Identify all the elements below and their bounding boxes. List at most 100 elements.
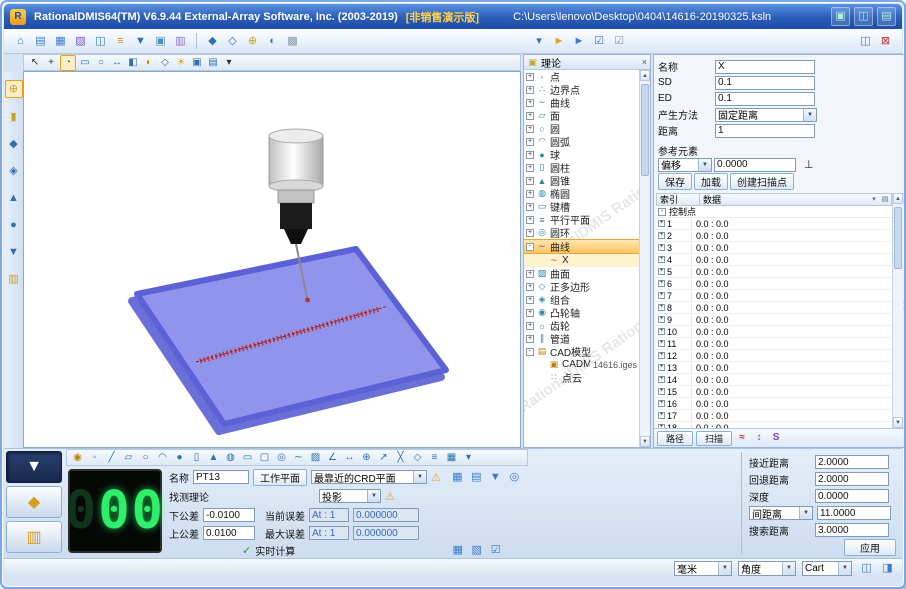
feature-name-input[interactable] bbox=[193, 470, 249, 484]
check-run-icon[interactable]: ☑ bbox=[591, 33, 608, 50]
ellipse-icon[interactable]: ◍ bbox=[223, 450, 238, 465]
intersect-icon[interactable]: ╳ bbox=[393, 450, 408, 465]
units-dropdown[interactable]: 毫米 ▼ bbox=[674, 561, 732, 576]
expand-icon[interactable]: + bbox=[526, 229, 534, 237]
offset-input[interactable] bbox=[714, 158, 796, 172]
expand-icon[interactable]: + bbox=[526, 99, 534, 107]
expand-icon[interactable]: + bbox=[658, 292, 665, 299]
help-panel-icon[interactable]: ▤ bbox=[877, 7, 896, 26]
snap-grid-icon[interactable]: ▦ bbox=[449, 469, 466, 486]
tree-item-ellipse[interactable]: +◍椭圆 bbox=[524, 187, 639, 200]
upper-tolerance-input[interactable] bbox=[203, 526, 255, 540]
chevron-down-icon[interactable]: ▼ bbox=[803, 109, 816, 121]
chevron-down-icon[interactable]: ▼ bbox=[413, 471, 426, 483]
flag-yellow-icon[interactable]: ► bbox=[551, 33, 568, 50]
home-icon[interactable]: ⌂ bbox=[12, 33, 29, 50]
tree-item-curve-x[interactable]: ∼X bbox=[524, 254, 639, 267]
control-point-row[interactable]: +10.0 : 0.0 bbox=[656, 218, 892, 230]
plane-dropdown[interactable]: 最靠近的CRD平面 ▼ bbox=[311, 470, 427, 484]
table-scrollbar[interactable]: ▲ ▼ bbox=[892, 193, 903, 428]
probe-star-icon[interactable]: ▲ bbox=[6, 190, 22, 206]
control-point-row[interactable]: +60.0 : 0.0 bbox=[656, 278, 892, 290]
expand-icon[interactable]: + bbox=[526, 112, 534, 120]
layers-icon[interactable]: ▤ bbox=[206, 56, 220, 70]
expand-icon[interactable]: + bbox=[526, 190, 534, 198]
expand-icon[interactable]: + bbox=[526, 86, 534, 94]
probe-mini-icon[interactable]: ▼ bbox=[487, 469, 504, 486]
viewport-3d[interactable] bbox=[23, 71, 521, 448]
pan-icon[interactable]: ↔ bbox=[110, 56, 124, 70]
ruler-icon[interactable]: ▥ bbox=[6, 271, 22, 287]
view-options-icon[interactable]: ▾ bbox=[222, 56, 236, 70]
level-icon[interactable]: ◐ bbox=[264, 33, 281, 50]
expand-icon[interactable]: + bbox=[526, 309, 534, 317]
checkmark-icon[interactable]: ✓ bbox=[242, 544, 251, 557]
expand-icon[interactable]: + bbox=[526, 73, 534, 81]
scroll-thumb[interactable] bbox=[641, 84, 649, 176]
circle-icon[interactable]: ○ bbox=[138, 450, 153, 465]
ed-input[interactable] bbox=[715, 92, 815, 106]
reverse-direction-icon[interactable]: ↕ bbox=[752, 431, 766, 445]
control-point-row[interactable]: +170.0 : 0.0 bbox=[656, 410, 892, 422]
grid-small-icon[interactable]: ◫ bbox=[858, 560, 875, 577]
expand-icon[interactable]: + bbox=[658, 328, 665, 335]
tree-item-point-cloud[interactable]: ∷点云 bbox=[524, 371, 639, 384]
expand-icon[interactable]: + bbox=[658, 280, 665, 287]
expand-icon[interactable]: + bbox=[658, 412, 665, 419]
slot-icon[interactable]: ▭ bbox=[240, 450, 255, 465]
report-icon[interactable]: ▤ bbox=[32, 33, 49, 50]
tree-item-boundary-point[interactable]: +∴边界点 bbox=[524, 83, 639, 96]
plane-icon[interactable]: ▱ bbox=[121, 450, 136, 465]
probe-setup-icon[interactable]: ▼ bbox=[132, 33, 149, 50]
scroll-thumb[interactable] bbox=[894, 207, 902, 269]
tree-item-point[interactable]: +◦点 bbox=[524, 70, 639, 83]
capture-icon[interactable]: ▣ bbox=[831, 7, 850, 26]
chevron-down-icon[interactable]: ▼ bbox=[698, 159, 711, 171]
spacing-input[interactable] bbox=[817, 506, 891, 520]
tree-item-polygon[interactable]: +◇正多边形 bbox=[524, 280, 639, 293]
more-icon[interactable]: ▾ bbox=[461, 450, 476, 465]
apply-button[interactable]: 应用 bbox=[844, 539, 896, 556]
edit-icon[interactable]: ▧ bbox=[468, 542, 485, 559]
torus-icon[interactable]: ◎ bbox=[274, 450, 289, 465]
tree-item-combine[interactable]: +◈组合 bbox=[524, 293, 639, 306]
control-point-row[interactable]: +40.0 : 0.0 bbox=[656, 254, 892, 266]
column-index[interactable]: 索引 bbox=[657, 194, 700, 205]
approach-distance-input[interactable] bbox=[815, 455, 889, 469]
lock-icon[interactable]: ▮ bbox=[6, 109, 22, 125]
expand-icon[interactable]: + bbox=[658, 232, 665, 239]
pick-point-icon[interactable]: + bbox=[44, 56, 58, 70]
snapshot-icon[interactable]: ▣ bbox=[190, 56, 204, 70]
probe-rotate-icon[interactable]: ◈ bbox=[6, 163, 22, 179]
control-point-row[interactable]: +140.0 : 0.0 bbox=[656, 374, 892, 386]
workplane-button[interactable]: 工作平面 bbox=[253, 469, 307, 486]
database-icon[interactable]: ▥ bbox=[172, 33, 189, 50]
tree-scrollbar[interactable]: ▲ ▼ bbox=[639, 70, 650, 447]
alignment-icon[interactable]: ⊕ bbox=[244, 33, 261, 50]
collapse-icon[interactable]: - bbox=[658, 208, 666, 216]
coordinate-icon[interactable]: ⊕ bbox=[359, 450, 374, 465]
tree-item-curve-group[interactable]: -∼曲线 bbox=[524, 239, 639, 254]
fit-view-icon[interactable]: ◧ bbox=[126, 56, 140, 70]
perpendicular-icon[interactable]: ⊥ bbox=[804, 158, 814, 171]
point-icon[interactable]: ◦ bbox=[87, 450, 102, 465]
window-split-icon[interactable]: ◫ bbox=[857, 33, 874, 50]
depth-input[interactable] bbox=[815, 489, 889, 503]
coordinate-dropdown[interactable]: Cart ▼ bbox=[802, 561, 852, 576]
cone-icon[interactable]: ▲ bbox=[206, 450, 221, 465]
sd-input[interactable] bbox=[715, 76, 815, 90]
window-layout-icon[interactable]: ◫ bbox=[854, 7, 873, 26]
scroll-up-icon[interactable]: ▲ bbox=[640, 70, 650, 81]
calculator-icon[interactable]: ▩ bbox=[284, 33, 301, 50]
spacing-dropdown[interactable]: 间距离 ▼ bbox=[749, 506, 813, 520]
flag-blue-icon[interactable]: ► bbox=[571, 33, 588, 50]
pattern-icon[interactable]: ▦ bbox=[444, 450, 459, 465]
control-point-row[interactable]: +80.0 : 0.0 bbox=[656, 302, 892, 314]
chevron-down-icon[interactable]: ▼ bbox=[799, 507, 812, 519]
check-edit-icon[interactable]: ☑ bbox=[611, 33, 628, 50]
panel-small-icon[interactable]: ◨ bbox=[879, 560, 896, 577]
projection-dropdown[interactable]: 投影 ▼ bbox=[319, 489, 381, 503]
construct-icon[interactable]: ◇ bbox=[410, 450, 425, 465]
shade-icon[interactable]: ◐ bbox=[142, 56, 156, 70]
probe-disc-icon[interactable]: ● bbox=[6, 217, 22, 233]
